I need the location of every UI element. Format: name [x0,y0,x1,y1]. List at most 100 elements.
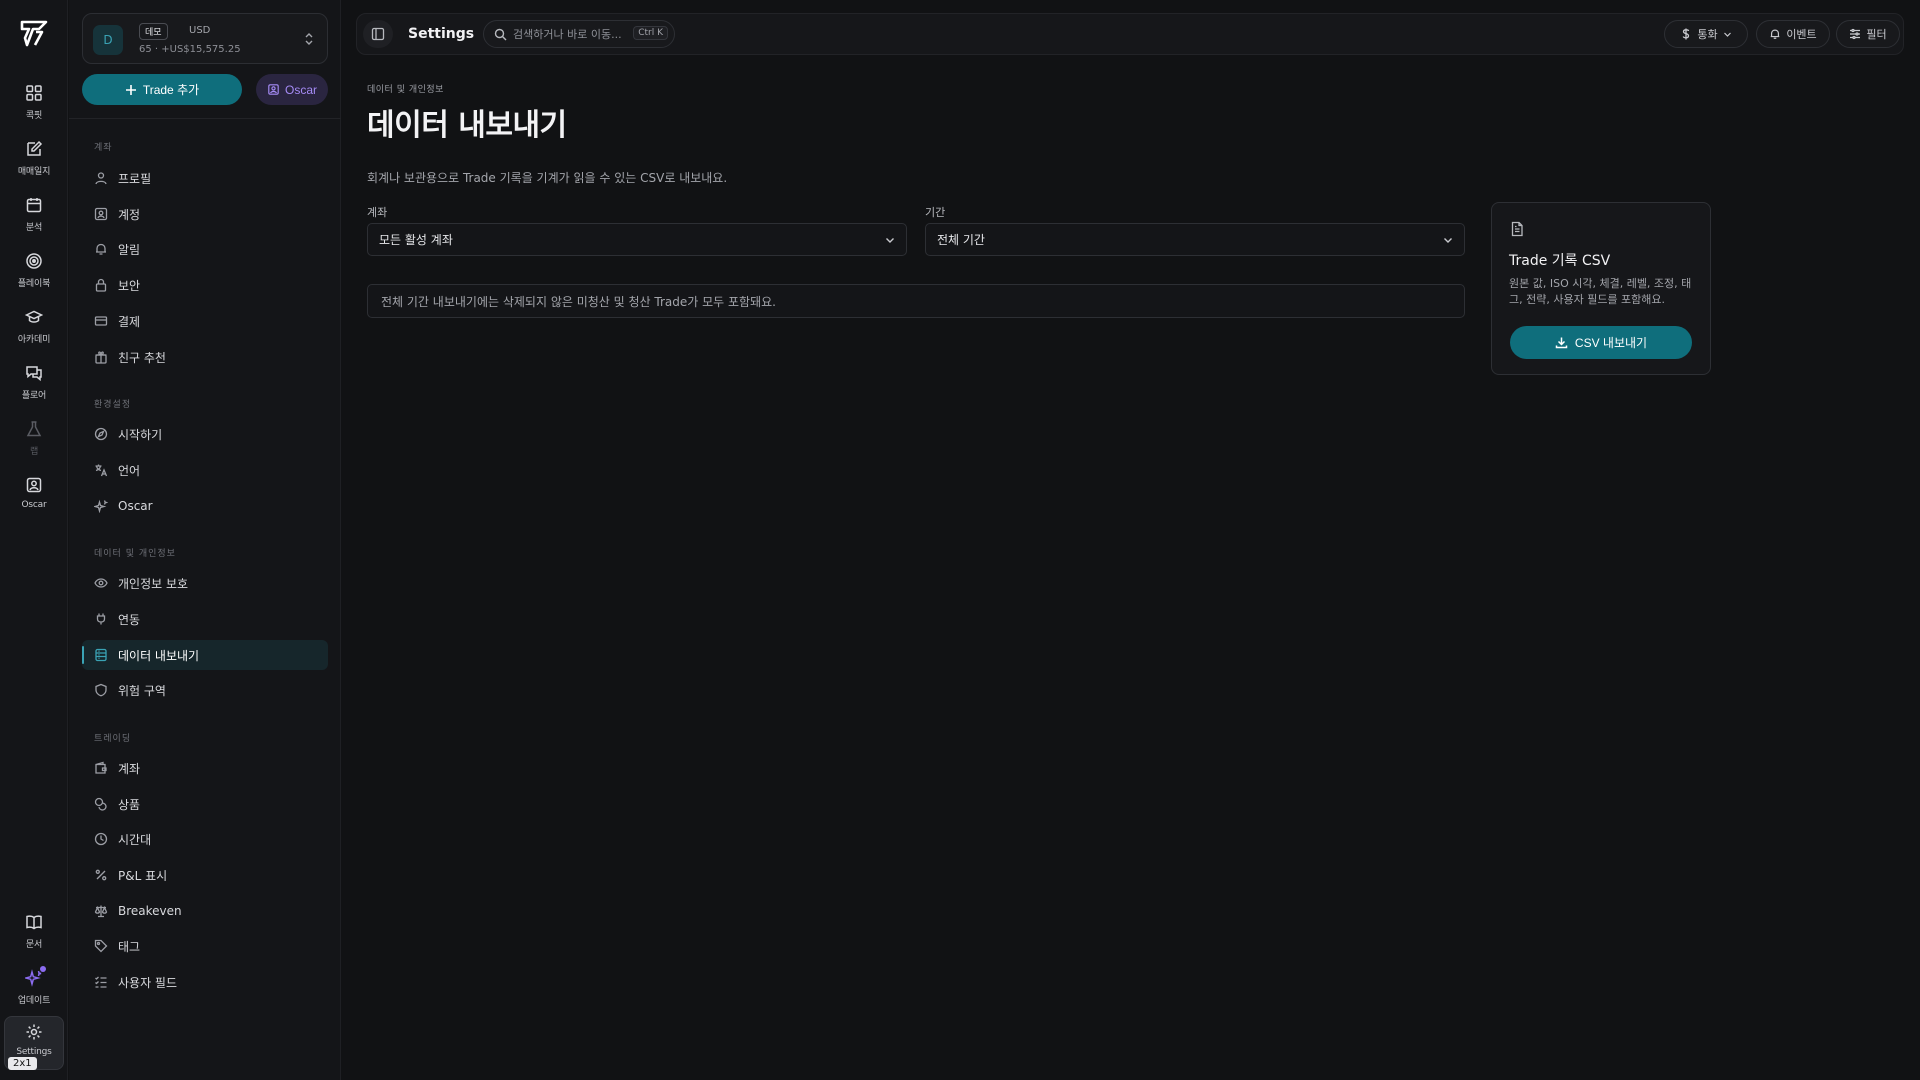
scale-icon [94,905,108,918]
graduation-cap-icon [25,310,43,323]
notification-dot [40,966,46,972]
card-description: 원본 값, ISO 시각, 체결, 레벨, 조정, 태그, 전략, 사용자 필드… [1509,277,1692,306]
sidebar-item-label: 데이터 내보내기 [118,648,200,663]
sidebar-item-label: 위험 구역 [118,683,166,698]
sidebar-item-account[interactable]: 계정 [82,199,328,229]
rail-item-lab[interactable]: 랩 [4,414,64,466]
rail-label: 분석 [25,223,43,233]
rail-label: Settings [16,1047,52,1057]
rail-item-analysis[interactable]: 분석 [4,190,64,242]
page-title: 데이터 내보내기 [367,108,567,143]
account-select-value: 모든 활성 계좌 [379,233,453,247]
sidebar-item-integrations[interactable]: 연동 [82,604,328,634]
csv-export-button[interactable]: CSV 내보내기 [1510,326,1692,359]
csv-export-label: CSV 내보내기 [1574,336,1648,350]
sidebar-item-label: Breakeven [118,904,182,918]
user-icon [95,172,107,185]
sidebar-item-language[interactable]: 언어 [82,455,328,485]
lock-icon [95,278,107,292]
sidebar-item-data-export[interactable]: 데이터 내보내기 [82,640,328,670]
calendar-icon [26,198,42,213]
dashboard-icon [26,85,42,101]
rail-item-playbook[interactable]: 플레이북 [4,246,64,298]
coins-icon [94,797,107,811]
sidebar-item-billing[interactable]: 결제 [82,306,328,336]
account-select[interactable]: 모든 활성 계좌 [367,223,907,256]
sidebar-item-label: 친구 추천 [118,350,166,365]
events-button[interactable]: 이벤트 [1756,20,1830,48]
bell-icon [1771,29,1780,39]
oscar-button[interactable]: Oscar [256,74,328,105]
oscar-icon [268,84,279,95]
sparkles-icon [94,499,108,513]
period-select[interactable]: 전체 기간 [925,223,1465,256]
period-field-label: 기간 [925,206,946,219]
filter-button[interactable]: 필터 [1836,20,1900,48]
rail-item-updates[interactable]: 업데이트 [4,963,64,1015]
sidebar-item-danger-zone[interactable]: 위험 구역 [82,675,328,705]
sidebar-item-profile[interactable]: 프로필 [82,163,328,193]
sidebar-item-breakeven[interactable]: Breakeven [82,896,328,926]
rail-item-oscar[interactable]: Oscar [4,470,64,522]
add-trade-button[interactable]: Trade 추가 [82,74,242,105]
sidebar-item-label: 보안 [118,278,141,293]
sidebar-item-oscar[interactable]: Oscar [82,491,328,521]
translate-icon [95,464,108,477]
settings-sidebar: D 데모 USD 65 · +US$15,575.25 Trade 추가 Osc… [69,0,341,1080]
wallet-icon [95,761,107,774]
add-trade-label: Trade 추가 [142,83,200,97]
sidebar-item-privacy[interactable]: 개인정보 보호 [82,568,328,598]
sidebar-item-timezone[interactable]: 시간대 [82,824,328,854]
download-icon [1555,337,1568,349]
gear-icon [26,1024,42,1040]
rail-item-floor[interactable]: 플로어 [4,358,64,410]
chevron-down-icon [886,238,894,243]
app-logo-icon[interactable] [19,18,49,48]
rail-label: Oscar [21,500,47,510]
currency-label: 통화 [1697,28,1718,41]
top-bar: Settings 검색하거나 바로 이동... Ctrl K 통화 이벤트 필터 [356,13,1904,55]
rail-label: 플로어 [21,391,47,401]
rail-item-academy[interactable]: 아카데미 [4,302,64,354]
chevron-down-icon [1723,32,1731,37]
rail-item-journal[interactable]: 매매일지 [4,134,64,186]
sliders-icon [1850,28,1861,40]
sidebar-item-pnl-display[interactable]: P&L 표시 [82,860,328,890]
rail-item-docs[interactable]: 문서 [4,907,64,959]
export-notice: 전체 기간 내보내기에는 삭제되지 않은 미청산 및 청산 Trade가 모두 … [367,284,1465,318]
section-title-trading: 트레이딩 [94,734,132,744]
sidebar-item-custom-fields[interactable]: 사용자 필드 [82,967,328,997]
plug-icon [96,613,106,625]
sidebar-item-getting-started[interactable]: 시작하기 [82,419,328,449]
sidebar-item-label: 언어 [118,463,141,478]
oscar-label: Oscar [284,82,317,97]
search-icon [494,28,507,40]
rail-item-cockpit[interactable]: 콕핏 [4,78,64,130]
icon-rail: 콕핏 매매일지 분석 플레이북 아카데미 플로어 랩 Oscar 문서 업데이트… [0,0,68,1080]
currency-button[interactable]: 통화 [1664,20,1748,48]
list-check-icon [95,976,107,988]
sidebar-item-security[interactable]: 보안 [82,270,328,300]
sidebar-item-notifications[interactable]: 알림 [82,234,328,264]
search-input[interactable]: 검색하거나 바로 이동... Ctrl K [483,20,675,48]
sidebar-item-label: P&L 표시 [118,868,168,883]
card-title: Trade 기록 CSV [1509,253,1611,269]
section-title-preferences: 환경설정 [94,400,132,410]
search-shortcut: Ctrl K [633,26,668,40]
sidebar-toggle-icon [371,27,385,41]
bell-icon [96,243,106,255]
sidebar-item-tags[interactable]: 태그 [82,931,328,961]
sidebar-item-label: 계정 [118,207,141,222]
account-switcher[interactable]: D 데모 USD 65 · +US$15,575.25 [82,13,328,64]
sidebar-item-instruments[interactable]: 상품 [82,789,328,819]
sidebar-item-referral[interactable]: 친구 추천 [82,342,328,372]
sidebar-toggle-button[interactable] [363,20,393,48]
sidebar-item-label: 프로필 [118,171,152,186]
shortcut-badge: 2x1 [8,1057,37,1070]
sidebar-item-accounts[interactable]: 계좌 [82,753,328,783]
chat-icon [26,366,42,382]
account-currency: USD [189,25,211,36]
rail-label: 아카데미 [17,335,51,345]
section-title-account: 계좌 [94,143,113,153]
rail-label: 랩 [29,447,39,457]
